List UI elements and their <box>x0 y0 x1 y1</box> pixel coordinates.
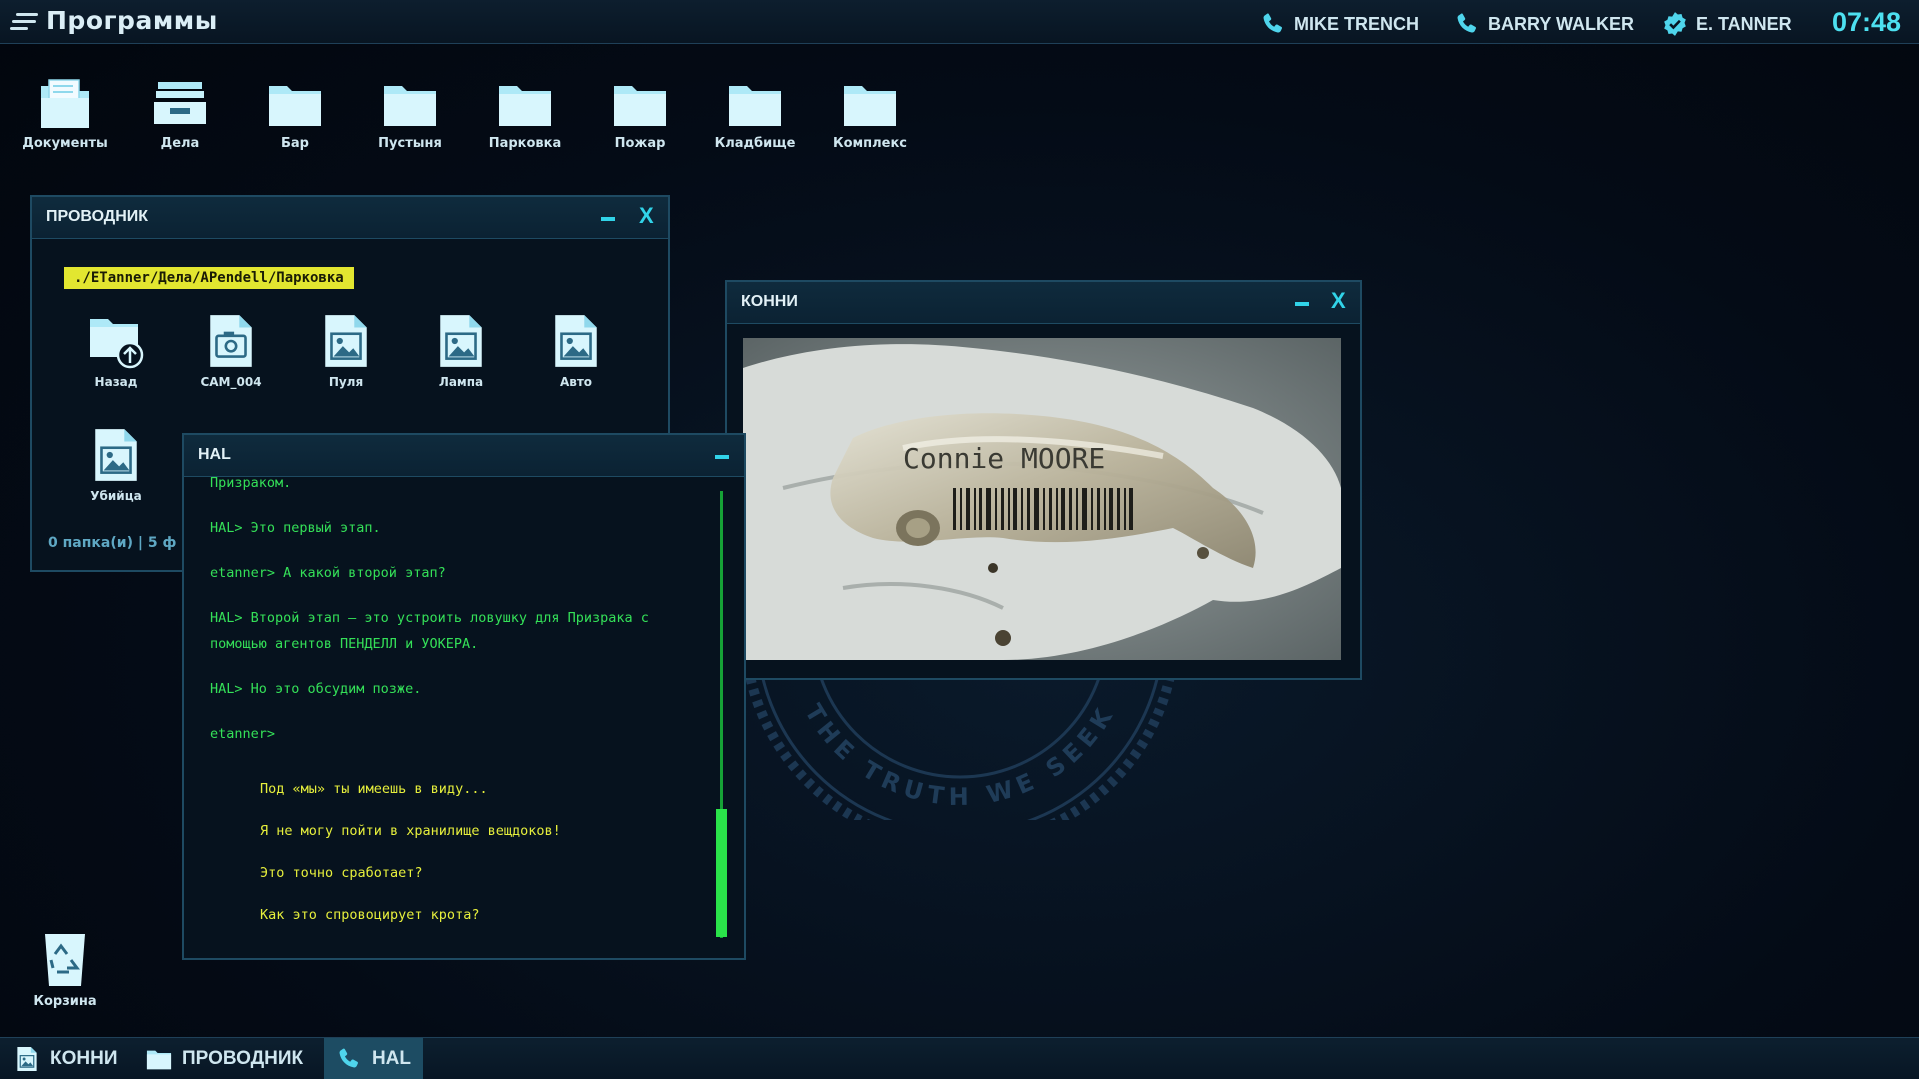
folder-icon <box>382 76 438 132</box>
desktop-icon-label: Парковка <box>488 136 562 151</box>
reply-option[interactable]: Я не могу пойти в хранилище вещдоков! <box>260 823 561 839</box>
cases-tray-icon <box>154 82 206 124</box>
path-breadcrumb[interactable]: ./ETanner/Дела/APendell/Парковка <box>64 267 354 289</box>
contact-e-tanner[interactable]: E. TANNER <box>1662 11 1792 37</box>
folder-icon <box>612 76 668 132</box>
file-lamp[interactable]: Лампа <box>416 313 506 389</box>
image-file-icon <box>553 313 599 369</box>
folder-icon <box>267 76 323 132</box>
explorer-title-bar[interactable]: ПРОВОДНИК X <box>32 197 668 239</box>
contact-mike-trench[interactable]: MIKE TRENCH <box>1260 11 1419 37</box>
file-label: Авто <box>559 375 593 389</box>
desktop-icon-label: Кладбище <box>714 136 796 151</box>
desktop-icon-cases[interactable]: Дела <box>130 76 230 151</box>
camera-file-icon <box>210 315 252 367</box>
desktop-icon-label: Дела <box>160 136 200 151</box>
phone-icon <box>1454 11 1480 37</box>
taskbar-item-connie[interactable]: КОННИ <box>2 1038 129 1079</box>
folder-icon <box>842 76 898 132</box>
reply-option[interactable]: Под «мы» ты имеешь в виду... <box>260 781 488 797</box>
folder-up-icon <box>90 319 144 369</box>
desktop-icon-label: Комплекс <box>832 136 908 151</box>
svg-text:THE TRUTH WE SEEK: THE TRUTH WE SEEK <box>799 699 1121 811</box>
explorer-title: ПРОВОДНИК <box>46 208 149 225</box>
desktop-icon-label: Пустыня <box>378 136 442 151</box>
phone-icon <box>336 1046 362 1072</box>
top-bar: Программы MIKE TRENCH BARRY WALKER E. TA… <box>0 0 1919 44</box>
file-car[interactable]: Авто <box>531 313 621 389</box>
file-cam-004[interactable]: CAM_004 <box>186 313 276 389</box>
file-back[interactable]: Назад <box>71 313 161 389</box>
trash-label: Корзина <box>33 994 97 1009</box>
chat-line: Призраком. <box>210 475 292 491</box>
file-label: CAM_004 <box>200 375 262 389</box>
minimize-button[interactable] <box>598 205 620 229</box>
desktop-icon-label: Документы <box>22 136 108 151</box>
chat-line: HAL> Второй этап — это устроить ловушку … <box>210 610 649 626</box>
file-killer[interactable]: Убийца <box>71 427 161 503</box>
taskbar: КОННИ ПРОВОДНИК HAL <box>0 1037 1919 1079</box>
documents-folder-icon <box>41 79 89 128</box>
desktop-icon-trash[interactable]: Корзина <box>15 930 115 1009</box>
menu-icon[interactable] <box>10 9 40 35</box>
image-file-icon <box>438 313 484 369</box>
clock: 07:48 <box>1831 7 1901 37</box>
taskbar-item-hal[interactable]: HAL <box>324 1038 423 1079</box>
file-label: Пуля <box>328 375 364 389</box>
taskbar-label: КОННИ <box>50 1048 118 1069</box>
desktop-icon-cemetery[interactable]: Кладбище <box>705 76 805 151</box>
bracelet-name: Connie MOORE <box>903 442 1105 475</box>
chat-line: помощью агентов ПЕНДЕЛЛ и УОКЕРА. <box>210 636 479 652</box>
desktop-icon-parking[interactable]: Парковка <box>475 76 575 151</box>
taskbar-item-explorer[interactable]: ПРОВОДНИК <box>134 1038 315 1079</box>
close-button[interactable]: X <box>639 203 654 229</box>
file-label: Убийца <box>90 489 142 503</box>
file-label: Назад <box>94 375 138 389</box>
explorer-status: 0 папка(и) | 5 ф <box>48 535 177 551</box>
desktop-icon-label: Пожар <box>614 136 666 151</box>
connie-title-bar[interactable]: КОННИ X <box>727 282 1360 324</box>
hal-window: HAL Призраком. HAL> Это первый этап. eta… <box>182 433 746 960</box>
folder-icon <box>727 76 783 132</box>
reply-option[interactable]: Как это спровоцирует крота? <box>260 907 479 923</box>
connie-title: КОННИ <box>741 293 798 310</box>
folder-icon <box>497 76 553 132</box>
reply-option[interactable]: Это точно сработает? <box>260 865 423 881</box>
desktop-icon-complex[interactable]: Комплекс <box>820 76 920 151</box>
image-file-icon <box>93 427 139 483</box>
contact-name: MIKE TRENCH <box>1294 13 1419 34</box>
desktop-icon-desert[interactable]: Пустыня <box>360 76 460 151</box>
chat-line: HAL> Но это обсудим позже. <box>210 681 422 697</box>
desktop-icon-bar[interactable]: Бар <box>245 76 345 151</box>
close-button[interactable]: X <box>1331 288 1346 314</box>
file-bullet[interactable]: Пуля <box>301 313 391 389</box>
taskbar-label: ПРОВОДНИК <box>182 1048 304 1069</box>
hal-title: HAL <box>198 446 231 463</box>
desktop-icon-label: Бар <box>281 136 309 151</box>
emblem-motto: THE TRUTH WE SEEK <box>799 699 1115 811</box>
scrollbar-thumb[interactable] <box>716 809 727 937</box>
contact-name: E. TANNER <box>1696 13 1792 34</box>
desktop-icon-documents[interactable]: Документы <box>15 76 115 151</box>
phone-icon <box>1260 11 1286 37</box>
desktop-icon-fire[interactable]: Пожар <box>590 76 690 151</box>
chat-prompt: etanner> <box>210 726 276 742</box>
image-icon <box>14 1046 40 1072</box>
contact-name: BARRY WALKER <box>1488 13 1635 34</box>
badge-check-icon <box>1664 12 1686 36</box>
programs-title[interactable]: Программы <box>46 6 218 35</box>
recycle-bin-icon <box>45 934 85 986</box>
file-label: Лампа <box>438 375 484 389</box>
evidence-photo: Connie MOORE <box>743 338 1341 660</box>
chat-line: HAL> Это первый этап. <box>210 520 381 536</box>
chat-line: etanner> А какой второй этап? <box>210 565 446 581</box>
taskbar-label: HAL <box>371 1048 411 1069</box>
connie-window: КОННИ X Connie MOORE <box>725 280 1362 680</box>
contact-barry-walker[interactable]: BARRY WALKER <box>1454 11 1634 37</box>
folder-icon <box>146 1046 172 1072</box>
minimize-button[interactable] <box>712 443 734 467</box>
minimize-button[interactable] <box>1292 290 1314 314</box>
image-file-icon <box>323 313 369 369</box>
